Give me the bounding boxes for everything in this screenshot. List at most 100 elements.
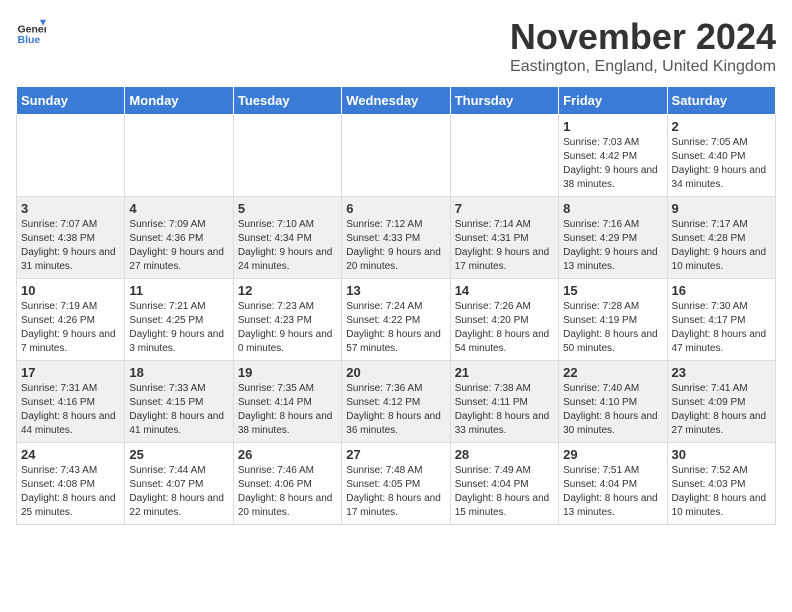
calendar-week: 24 Sunrise: 7:43 AMSunset: 4:08 PMDayligh… <box>17 443 776 525</box>
day-number: 6 <box>346 201 445 216</box>
day-number: 24 <box>21 447 120 462</box>
logo-icon: General Blue <box>16 16 46 46</box>
day-number: 27 <box>346 447 445 462</box>
calendar-cell: 10 Sunrise: 7:19 AMSunset: 4:26 PMDayligh… <box>17 279 125 361</box>
calendar-cell: 7 Sunrise: 7:14 AMSunset: 4:31 PMDaylight… <box>450 197 558 279</box>
title-area: November 2024 Eastington, England, Unite… <box>510 16 776 76</box>
calendar-cell: 23 Sunrise: 7:41 AMSunset: 4:09 PMDayligh… <box>667 361 775 443</box>
calendar-cell: 17 Sunrise: 7:31 AMSunset: 4:16 PMDayligh… <box>17 361 125 443</box>
day-info: Sunrise: 7:16 AMSunset: 4:29 PMDaylight:… <box>563 218 662 274</box>
day-number: 17 <box>21 365 120 380</box>
day-info: Sunrise: 7:26 AMSunset: 4:20 PMDaylight:… <box>455 300 554 356</box>
calendar-cell <box>17 115 125 197</box>
day-header: Monday <box>125 87 233 115</box>
day-number: 28 <box>455 447 554 462</box>
calendar-cell: 14 Sunrise: 7:26 AMSunset: 4:20 PMDayligh… <box>450 279 558 361</box>
day-header: Friday <box>559 87 667 115</box>
day-info: Sunrise: 7:40 AMSunset: 4:10 PMDaylight:… <box>563 382 662 438</box>
day-info: Sunrise: 7:14 AMSunset: 4:31 PMDaylight:… <box>455 218 554 274</box>
calendar-week: 1Sunrise: 7:03 AMSunset: 4:42 PMDaylight… <box>17 115 776 197</box>
day-number: 21 <box>455 365 554 380</box>
day-info: Sunrise: 7:23 AMSunset: 4:23 PMDaylight:… <box>238 300 337 356</box>
day-number: 10 <box>21 283 120 298</box>
day-info: Sunrise: 7:46 AMSunset: 4:06 PMDaylight:… <box>238 464 337 520</box>
day-number: 3 <box>21 201 120 216</box>
day-header: Saturday <box>667 87 775 115</box>
day-info: Sunrise: 7:03 AMSunset: 4:42 PMDaylight:… <box>563 136 662 192</box>
calendar-cell: 19 Sunrise: 7:35 AMSunset: 4:14 PMDayligh… <box>233 361 341 443</box>
calendar-cell: 22 Sunrise: 7:40 AMSunset: 4:10 PMDayligh… <box>559 361 667 443</box>
calendar-cell: 27 Sunrise: 7:48 AMSunset: 4:05 PMDayligh… <box>342 443 450 525</box>
calendar-cell: 13Sunrise: 7:24 AMSunset: 4:22 PMDayligh… <box>342 279 450 361</box>
day-number: 4 <box>129 201 228 216</box>
day-number: 29 <box>563 447 662 462</box>
header-row: SundayMondayTuesdayWednesdayThursdayFrid… <box>17 87 776 115</box>
calendar-cell: 20 Sunrise: 7:36 AMSunset: 4:12 PMDayligh… <box>342 361 450 443</box>
calendar-cell: 15Sunrise: 7:28 AMSunset: 4:19 PMDayligh… <box>559 279 667 361</box>
calendar-week: 17 Sunrise: 7:31 AMSunset: 4:16 PMDayligh… <box>17 361 776 443</box>
day-info: Sunrise: 7:49 AMSunset: 4:04 PMDaylight:… <box>455 464 554 520</box>
calendar-cell <box>342 115 450 197</box>
day-number: 26 <box>238 447 337 462</box>
day-number: 8 <box>563 201 662 216</box>
day-info: Sunrise: 7:43 AMSunset: 4:08 PMDaylight:… <box>21 464 120 520</box>
calendar-week: 10 Sunrise: 7:19 AMSunset: 4:26 PMDayligh… <box>17 279 776 361</box>
day-info: Sunrise: 7:21 AMSunset: 4:25 PMDaylight:… <box>129 300 228 356</box>
day-info: Sunrise: 7:51 AMSunset: 4:04 PMDaylight:… <box>563 464 662 520</box>
day-number: 7 <box>455 201 554 216</box>
day-number: 15 <box>563 283 662 298</box>
month-title: November 2024 <box>510 16 776 58</box>
day-number: 12 <box>238 283 337 298</box>
day-number: 22 <box>563 365 662 380</box>
calendar-week: 3 Sunrise: 7:07 AMSunset: 4:38 PMDaylight… <box>17 197 776 279</box>
calendar-cell: 3 Sunrise: 7:07 AMSunset: 4:38 PMDaylight… <box>17 197 125 279</box>
calendar-cell: 6 Sunrise: 7:12 AMSunset: 4:33 PMDaylight… <box>342 197 450 279</box>
day-info: Sunrise: 7:36 AMSunset: 4:12 PMDaylight:… <box>346 382 445 438</box>
calendar-cell: 24 Sunrise: 7:43 AMSunset: 4:08 PMDayligh… <box>17 443 125 525</box>
calendar-cell: 4Sunrise: 7:09 AMSunset: 4:36 PMDaylight… <box>125 197 233 279</box>
day-header: Sunday <box>17 87 125 115</box>
calendar-cell: 5 Sunrise: 7:10 AMSunset: 4:34 PMDaylight… <box>233 197 341 279</box>
calendar-cell: 8 Sunrise: 7:16 AMSunset: 4:29 PMDaylight… <box>559 197 667 279</box>
day-info: Sunrise: 7:31 AMSunset: 4:16 PMDaylight:… <box>21 382 120 438</box>
day-info: Sunrise: 7:35 AMSunset: 4:14 PMDaylight:… <box>238 382 337 438</box>
day-info: Sunrise: 7:07 AMSunset: 4:38 PMDaylight:… <box>21 218 120 274</box>
day-info: Sunrise: 7:19 AMSunset: 4:26 PMDaylight:… <box>21 300 120 356</box>
day-number: 18 <box>129 365 228 380</box>
day-info: Sunrise: 7:48 AMSunset: 4:05 PMDaylight:… <box>346 464 445 520</box>
calendar-cell: 29 Sunrise: 7:51 AMSunset: 4:04 PMDayligh… <box>559 443 667 525</box>
day-number: 23 <box>672 365 771 380</box>
day-info: Sunrise: 7:41 AMSunset: 4:09 PMDaylight:… <box>672 382 771 438</box>
day-number: 25 <box>129 447 228 462</box>
day-number: 5 <box>238 201 337 216</box>
subtitle: Eastington, England, United Kingdom <box>510 58 776 76</box>
day-info: Sunrise: 7:33 AMSunset: 4:15 PMDaylight:… <box>129 382 228 438</box>
calendar-table: SundayMondayTuesdayWednesdayThursdayFrid… <box>16 86 776 525</box>
day-info: Sunrise: 7:17 AMSunset: 4:28 PMDaylight:… <box>672 218 771 274</box>
calendar-cell: 30Sunrise: 7:52 AMSunset: 4:03 PMDayligh… <box>667 443 775 525</box>
day-number: 19 <box>238 365 337 380</box>
day-info: Sunrise: 7:12 AMSunset: 4:33 PMDaylight:… <box>346 218 445 274</box>
day-info: Sunrise: 7:05 AMSunset: 4:40 PMDaylight:… <box>672 136 771 192</box>
calendar-cell <box>450 115 558 197</box>
calendar-cell <box>125 115 233 197</box>
day-info: Sunrise: 7:38 AMSunset: 4:11 PMDaylight:… <box>455 382 554 438</box>
day-info: Sunrise: 7:44 AMSunset: 4:07 PMDaylight:… <box>129 464 228 520</box>
day-header: Thursday <box>450 87 558 115</box>
calendar-cell: 1Sunrise: 7:03 AMSunset: 4:42 PMDaylight… <box>559 115 667 197</box>
day-number: 13 <box>346 283 445 298</box>
day-number: 20 <box>346 365 445 380</box>
logo: General Blue <box>16 16 46 46</box>
calendar-cell: 16Sunrise: 7:30 AMSunset: 4:17 PMDayligh… <box>667 279 775 361</box>
day-number: 14 <box>455 283 554 298</box>
calendar-cell <box>233 115 341 197</box>
calendar-cell: 26 Sunrise: 7:46 AMSunset: 4:06 PMDayligh… <box>233 443 341 525</box>
header: General Blue November 2024 Eastington, E… <box>16 16 776 76</box>
day-info: Sunrise: 7:10 AMSunset: 4:34 PMDaylight:… <box>238 218 337 274</box>
day-info: Sunrise: 7:52 AMSunset: 4:03 PMDaylight:… <box>672 464 771 520</box>
calendar-cell: 12 Sunrise: 7:23 AMSunset: 4:23 PMDayligh… <box>233 279 341 361</box>
svg-text:Blue: Blue <box>18 34 41 46</box>
day-header: Wednesday <box>342 87 450 115</box>
calendar-cell: 28 Sunrise: 7:49 AMSunset: 4:04 PMDayligh… <box>450 443 558 525</box>
calendar-cell: 25 Sunrise: 7:44 AMSunset: 4:07 PMDayligh… <box>125 443 233 525</box>
